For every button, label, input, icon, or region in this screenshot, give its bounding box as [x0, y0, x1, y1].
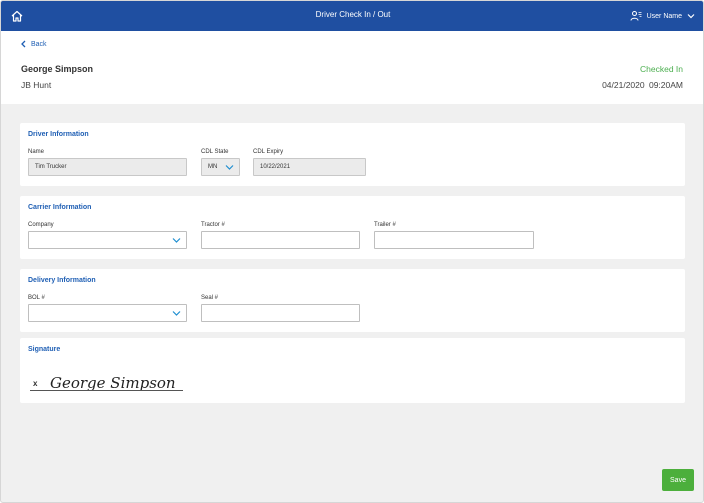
signature-line — [30, 390, 183, 391]
delivery-information-card: Delivery Information BOL # Seal # — [20, 269, 685, 332]
delivery-information-title: Delivery Information — [28, 277, 96, 284]
cdl-expiry-label: CDL Expiry — [253, 149, 284, 155]
back-label: Back — [31, 40, 47, 48]
seal-label: Seal # — [201, 295, 219, 301]
user-name-label: User Name — [646, 12, 682, 20]
cdl-state-label: CDL State — [201, 149, 229, 155]
top-bar: Driver Check In / Out User Name — [1, 1, 703, 31]
page-title: Driver Check In / Out — [315, 10, 391, 19]
cdl-state-select[interactable]: MN — [201, 158, 240, 176]
signature-title: Signature — [28, 346, 61, 353]
signature-x-mark: x — [33, 379, 38, 388]
name-field: Tim Trucker — [28, 158, 187, 176]
company-select[interactable] — [28, 231, 187, 249]
chevron-down-icon — [172, 238, 181, 243]
chevron-down-icon — [225, 165, 234, 170]
trailer-label: Trailer # — [374, 222, 396, 228]
trailer-field[interactable] — [374, 231, 534, 249]
user-menu[interactable]: User Name — [630, 9, 695, 23]
app-frame: Driver Check In / Out User Name Back Geo… — [0, 0, 704, 503]
chevron-down-icon — [687, 14, 695, 19]
driver-information-title: Driver Information — [28, 131, 89, 138]
bol-select[interactable] — [28, 304, 187, 322]
checkin-datetime: 04/21/2020 09:20AM — [602, 80, 683, 90]
company-label: Company — [28, 222, 54, 228]
cdl-state-value: MN — [208, 164, 218, 170]
name-label: Name — [28, 149, 45, 155]
carrier-information-title: Carrier Information — [28, 204, 92, 211]
user-settings-icon — [630, 11, 642, 21]
status-badge: Checked In — [640, 64, 683, 74]
save-button[interactable]: Save — [662, 469, 694, 491]
chevron-down-icon — [172, 311, 181, 316]
tractor-label: Tractor # — [201, 222, 225, 228]
bol-label: BOL # — [28, 295, 45, 301]
driver-information-card: Driver Information Name Tim Trucker CDL … — [20, 123, 685, 186]
seal-field[interactable] — [201, 304, 360, 322]
tractor-field[interactable] — [201, 231, 360, 249]
back-link[interactable]: Back — [20, 40, 47, 48]
cdl-expiry-field: 10/22/2021 — [253, 158, 366, 176]
carrier-name: JB Hunt — [21, 80, 52, 90]
signature-card[interactable]: Signature x George Simpson — [20, 338, 685, 403]
chevron-left-icon — [21, 40, 26, 48]
driver-name: George Simpson — [21, 64, 94, 74]
carrier-information-card: Carrier Information Company Tractor # Tr… — [20, 196, 685, 259]
driver-header — [1, 31, 703, 104]
